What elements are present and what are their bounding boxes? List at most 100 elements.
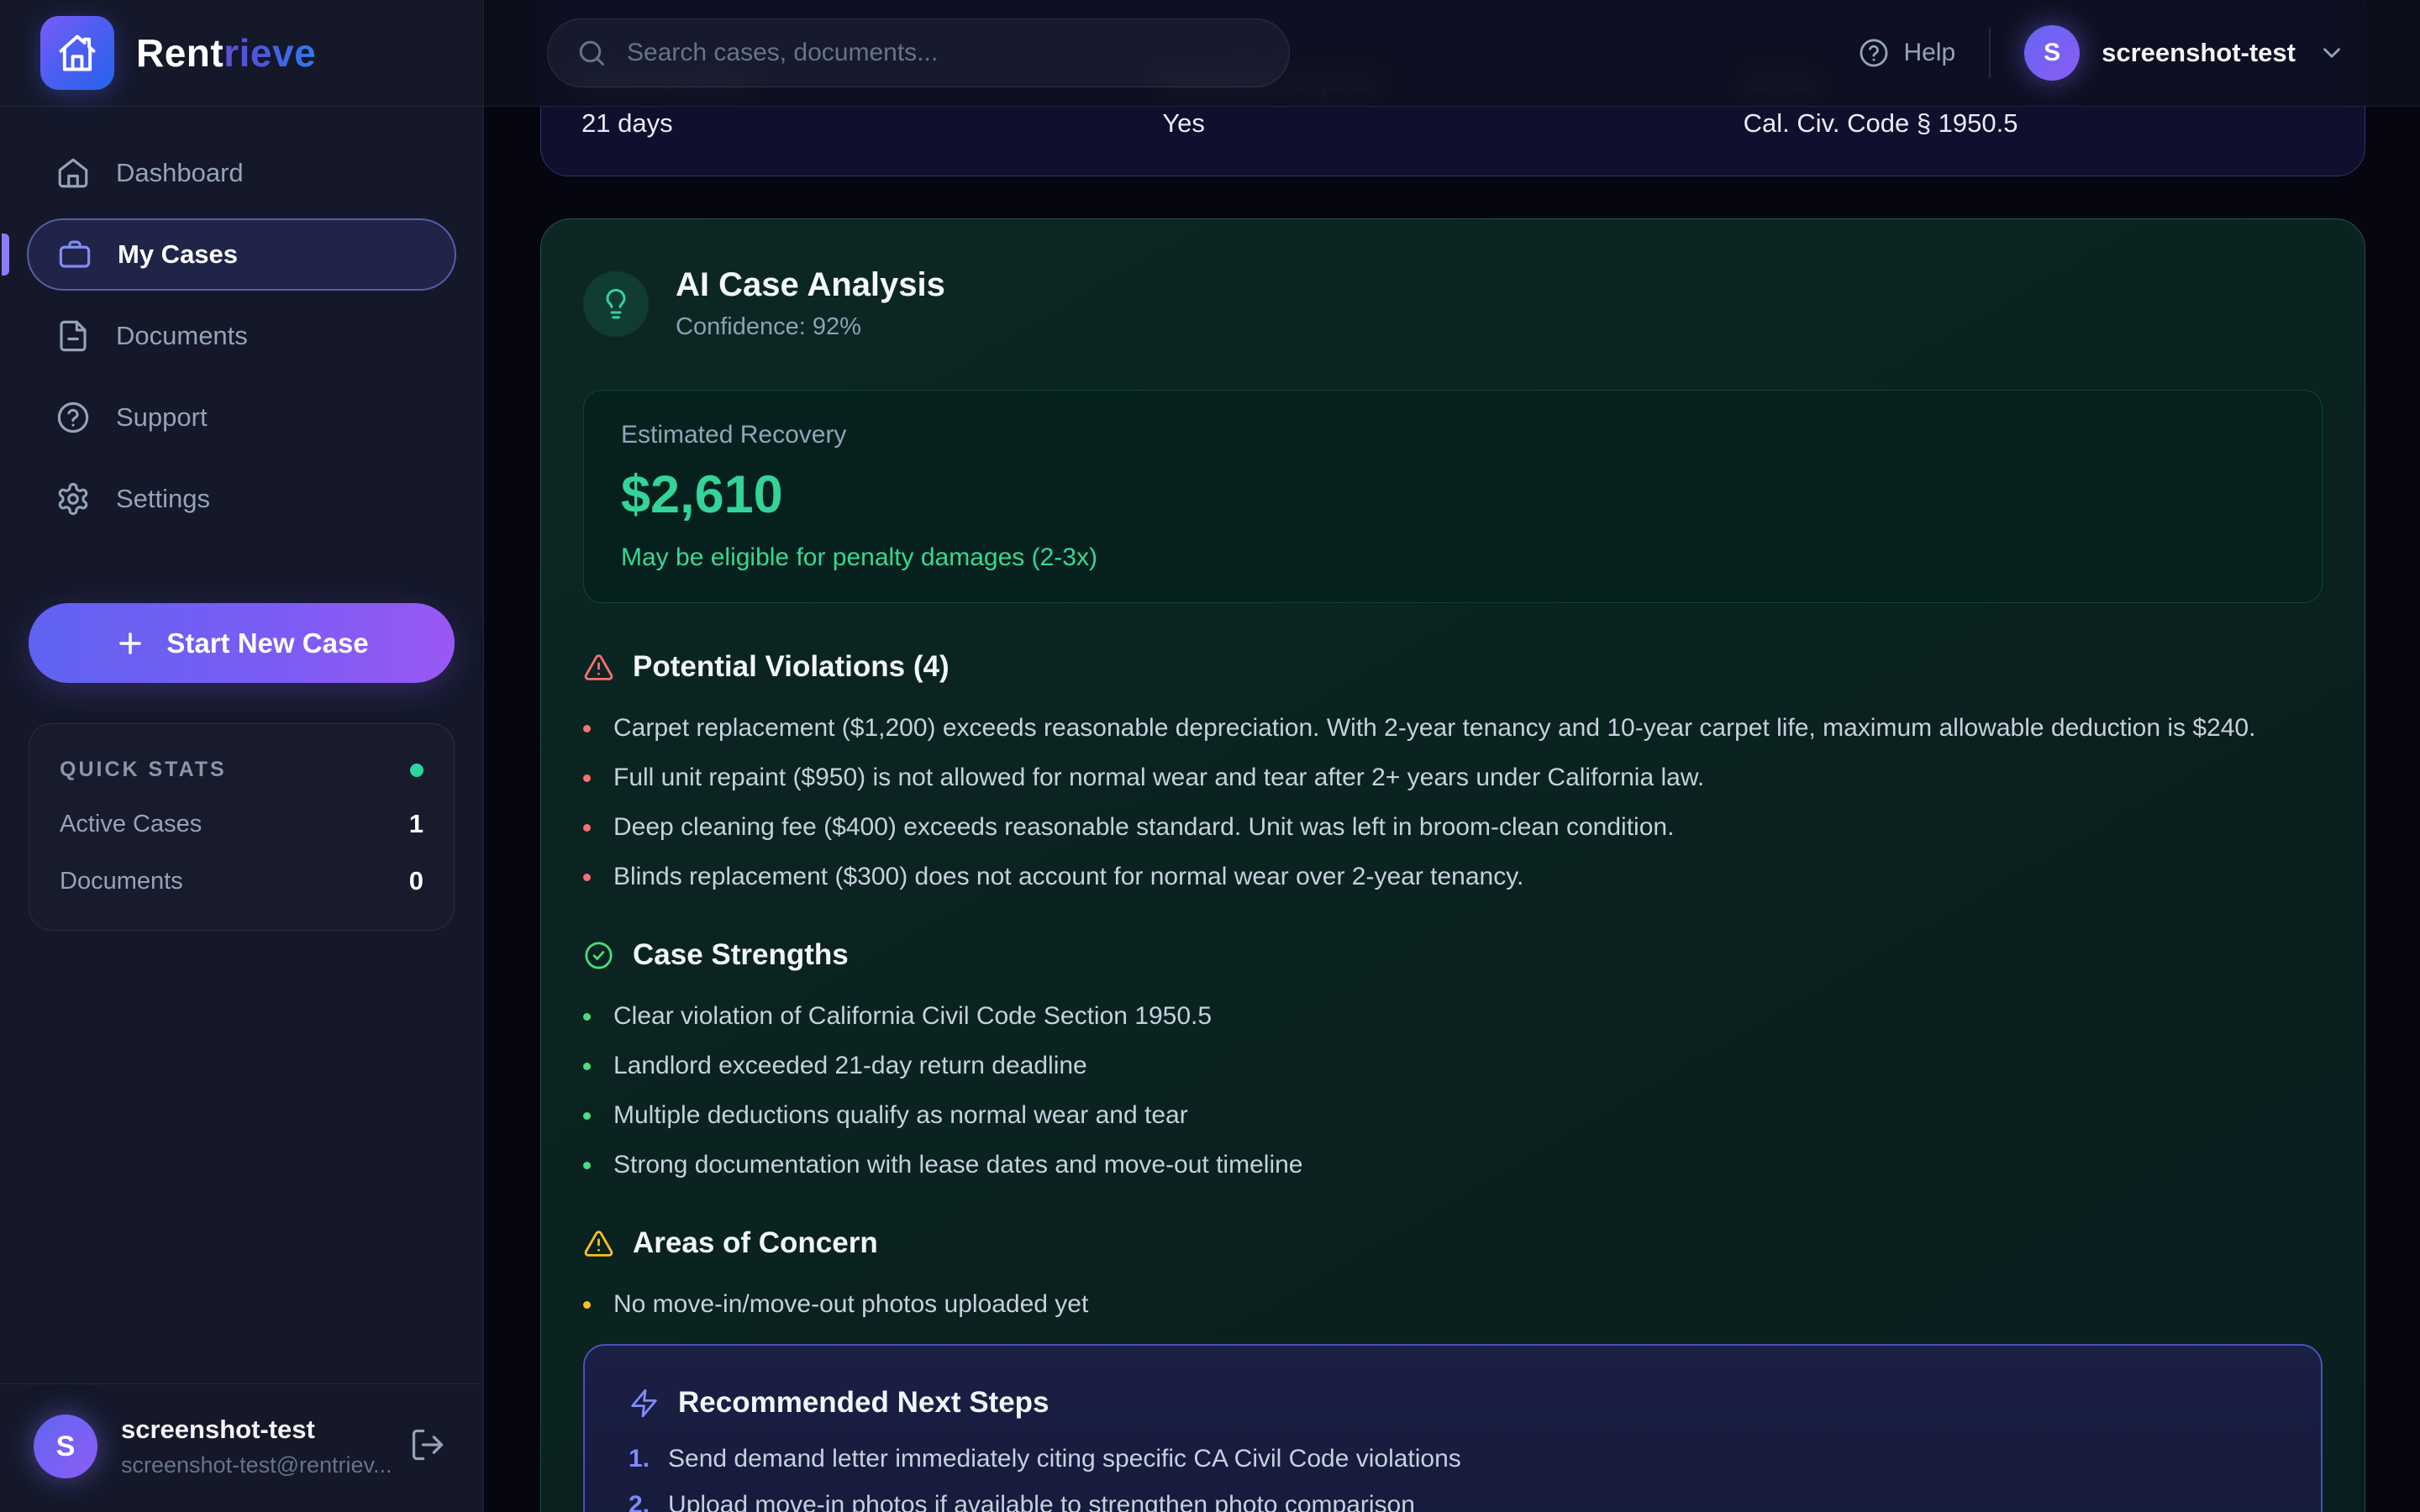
document-icon: [55, 318, 91, 354]
field-value: 21 days: [581, 108, 1162, 139]
list-item: Strong documentation with lease dates an…: [583, 1151, 2323, 1179]
list-item: No move-in/move-out photos uploaded yet: [583, 1290, 2323, 1319]
concerns-section: Areas of Concern No move-in/move-out pho…: [583, 1226, 2323, 1319]
sidebar-item-label: Support: [116, 402, 208, 433]
step-item: 2. Upload move-in photos if available to…: [629, 1491, 2277, 1512]
search-input[interactable]: [627, 39, 1260, 67]
violations-list: Carpet replacement ($1,200) exceeds reas…: [583, 714, 2323, 891]
sidebar-item-dashboard[interactable]: Dashboard: [27, 137, 456, 209]
warning-triangle-icon: [583, 1228, 614, 1259]
recovery-note: May be eligible for penalty damages (2-3…: [621, 543, 2285, 572]
sidebar-item-label: My Cases: [118, 239, 238, 270]
sidebar-item-settings[interactable]: Settings: [27, 463, 456, 535]
stat-value: 1: [409, 809, 424, 839]
bullet-dot: [583, 1013, 591, 1021]
quick-stats-header: QUICK STATS: [60, 758, 424, 782]
user-menu[interactable]: S screenshot-test: [2024, 25, 2346, 81]
sidebar-item-documents[interactable]: Documents: [27, 300, 456, 372]
stat-label: Active Cases: [60, 811, 202, 838]
bullet-dot: [583, 774, 591, 782]
stat-value: 0: [409, 866, 424, 896]
list-item-text: Blinds replacement ($300) does not accou…: [613, 863, 1523, 891]
violations-title: Potential Violations (4): [633, 650, 950, 684]
list-item-text: Full unit repaint ($950) is not allowed …: [613, 764, 1704, 792]
sidebar-spacer: [0, 931, 483, 1383]
next-steps-header: Recommended Next Steps: [629, 1386, 2277, 1420]
list-item: Full unit repaint ($950) is not allowed …: [583, 764, 2323, 792]
ai-analysis-title: AI Case Analysis: [676, 266, 945, 304]
warning-triangle-icon: [583, 652, 614, 683]
quick-stats-card: QUICK STATS Active Cases 1 Documents 0: [29, 723, 455, 931]
app-window: Rentrieve Dashboard My Cases Documen: [0, 0, 2420, 1512]
bullet-dot: [583, 874, 591, 881]
recovery-label: Estimated Recovery: [621, 421, 2285, 449]
check-circle-icon: [583, 940, 614, 971]
bullet-dot: [583, 824, 591, 832]
step-text: Upload move-in photos if available to st…: [668, 1491, 1415, 1512]
brand-logo: Rentrieve: [0, 0, 483, 107]
bullet-dot: [583, 725, 591, 732]
list-item: Landlord exceeded 21-day return deadline: [583, 1052, 2323, 1080]
next-steps-title: Recommended Next Steps: [678, 1386, 1050, 1420]
logout-icon: [409, 1426, 446, 1463]
sidebar: Rentrieve Dashboard My Cases Documen: [0, 0, 484, 1512]
strengths-list: Clear violation of California Civil Code…: [583, 1002, 2323, 1179]
list-item-text: Carpet replacement ($1,200) exceeds reas…: [613, 714, 2255, 743]
avatar: S: [34, 1415, 97, 1478]
logout-button[interactable]: [409, 1426, 446, 1467]
user-menu-name: screenshot-test: [2102, 38, 2296, 68]
avatar: S: [2024, 25, 2080, 81]
house-logo-icon: [40, 16, 114, 90]
ai-confidence: Confidence: 92%: [676, 313, 945, 341]
start-new-case-button[interactable]: Start New Case: [29, 603, 455, 683]
brand-name-left: Rent: [136, 31, 224, 75]
status-dot: [410, 764, 424, 777]
help-circle-icon: [55, 400, 91, 435]
ai-header-texts: AI Case Analysis Confidence: 92%: [676, 266, 945, 341]
quick-stats-title: QUICK STATS: [60, 758, 227, 782]
field-value: Yes: [1162, 108, 1743, 139]
main-area: Return Deadline 21 days Itemization Requ…: [484, 0, 2420, 1512]
stat-label: Documents: [60, 868, 183, 895]
list-item-text: No move-in/move-out photos uploaded yet: [613, 1290, 1088, 1319]
list-item: Carpet replacement ($1,200) exceeds reas…: [583, 714, 2323, 743]
bullet-dot: [583, 1301, 591, 1309]
ai-analysis-header: AI Case Analysis Confidence: 92%: [583, 266, 2323, 341]
step-item: 1. Send demand letter immediately citing…: [629, 1445, 2277, 1473]
strengths-header: Case Strengths: [583, 938, 2323, 972]
list-item: Blinds replacement ($300) does not accou…: [583, 863, 2323, 891]
step-text: Send demand letter immediately citing sp…: [668, 1445, 1461, 1473]
lightbulb-icon: [583, 271, 649, 337]
search-icon: [576, 38, 607, 68]
sidebar-user-email: screenshot-test@rentriev...: [121, 1452, 386, 1478]
sidebar-user-name: screenshot-test: [121, 1415, 386, 1445]
list-item: Deep cleaning fee ($400) exceeds reasona…: [583, 813, 2323, 842]
concerns-header: Areas of Concern: [583, 1226, 2323, 1260]
strengths-section: Case Strengths Clear violation of Califo…: [583, 938, 2323, 1179]
sidebar-user-panel: S screenshot-test screenshot-test@rentri…: [0, 1383, 483, 1512]
search-bar[interactable]: [547, 18, 1290, 87]
help-button[interactable]: Help: [1858, 37, 1955, 69]
field-value: Cal. Civ. Code § 1950.5: [1744, 108, 2324, 139]
list-item: Clear violation of California Civil Code…: [583, 1002, 2323, 1031]
ai-analysis-card: AI Case Analysis Confidence: 92% Estimat…: [540, 218, 2365, 1512]
bullet-dot: [583, 1112, 591, 1120]
stats-row-documents: Documents 0: [60, 866, 424, 896]
step-number: 2.: [629, 1491, 650, 1512]
topbar: Help S screenshot-test: [484, 0, 2420, 107]
sidebar-item-my-cases[interactable]: My Cases: [27, 218, 456, 291]
start-new-case-label: Start New Case: [166, 627, 368, 659]
sidebar-user-texts: screenshot-test screenshot-test@rentriev…: [121, 1415, 386, 1478]
sidebar-item-support[interactable]: Support: [27, 381, 456, 454]
briefcase-icon: [57, 237, 92, 272]
chevron-down-icon: [2317, 39, 2346, 67]
bullet-dot: [583, 1162, 591, 1169]
concerns-list: No move-in/move-out photos uploaded yet: [583, 1290, 2323, 1319]
list-item-text: Multiple deductions qualify as normal we…: [613, 1101, 1188, 1130]
recovery-amount: $2,610: [621, 465, 2285, 525]
sidebar-nav: Dashboard My Cases Documents Support: [0, 107, 483, 544]
concerns-title: Areas of Concern: [633, 1226, 878, 1260]
list-item: Multiple deductions qualify as normal we…: [583, 1101, 2323, 1130]
stats-row-active-cases: Active Cases 1: [60, 809, 424, 839]
sidebar-item-label: Settings: [116, 484, 210, 514]
